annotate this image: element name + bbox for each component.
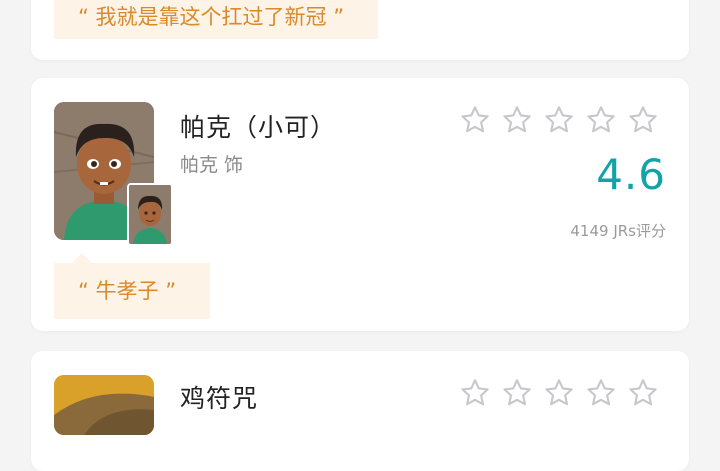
quote-bubble: “ 牛孝子 ” — [54, 253, 210, 319]
character-card[interactable]: 鸡符咒 — [31, 351, 689, 471]
character-name: 鸡符咒 — [180, 384, 259, 413]
character-card[interactable]: 帕克（小可） 帕克 饰 4.6 4149 JRs评分 “ 牛孝子 ” — [31, 78, 689, 331]
rating-score: 4.6 — [596, 150, 666, 199]
rating-count: 4149 JRs评分 — [570, 222, 666, 240]
character-portrait-icon — [54, 375, 154, 435]
star-outline-icon[interactable] — [543, 104, 575, 136]
rating-stars[interactable] — [459, 104, 659, 136]
star-outline-icon[interactable] — [501, 377, 533, 409]
actor-name[interactable]: 帕克 饰 — [180, 150, 243, 177]
rating-stars[interactable] — [459, 377, 659, 409]
character-name: 帕克（小可） — [180, 113, 337, 142]
star-outline-icon[interactable] — [585, 104, 617, 136]
star-outline-icon[interactable] — [501, 104, 533, 136]
star-outline-icon[interactable] — [459, 104, 491, 136]
star-outline-icon[interactable] — [585, 377, 617, 409]
character-avatar[interactable] — [54, 375, 154, 435]
actor-avatar[interactable] — [127, 183, 173, 246]
quote-bubble: “ 我就是靠这个扛过了新冠 ” — [54, 0, 378, 39]
star-outline-icon[interactable] — [543, 377, 575, 409]
star-outline-icon[interactable] — [627, 104, 659, 136]
star-outline-icon[interactable] — [627, 377, 659, 409]
actor-portrait-icon — [129, 185, 171, 244]
star-outline-icon[interactable] — [459, 377, 491, 409]
character-card[interactable]: “ 我就是靠这个扛过了新冠 ” — [31, 0, 689, 60]
